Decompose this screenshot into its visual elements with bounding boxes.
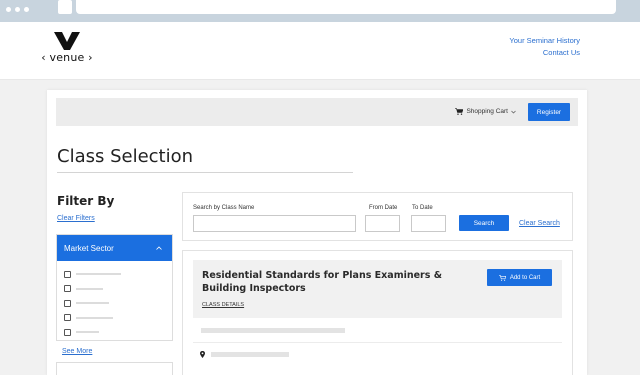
search-panel: Search by Class Name From Date To Date S… (182, 192, 573, 241)
logo-text: ‹ venue › (41, 51, 93, 64)
title-divider (57, 172, 353, 173)
browser-tab[interactable] (58, 0, 72, 14)
shopping-cart-menu[interactable]: Shopping Cart (455, 108, 516, 115)
clear-filters-link[interactable]: Clear Filters (57, 215, 95, 222)
class-result-card: Residential Standards for Plans Examiner… (182, 250, 573, 375)
chevron-down-icon (511, 110, 516, 113)
clear-search-link[interactable]: Clear Search (519, 220, 560, 227)
class-title[interactable]: Residential Standards for Plans Examiner… (202, 269, 472, 295)
market-sector-header[interactable]: Market Sector (57, 235, 172, 261)
option-label-placeholder (76, 273, 121, 276)
checkbox[interactable] (64, 270, 71, 278)
from-date-input[interactable] (365, 215, 400, 232)
site-header: ‹ venue › Your Seminar History Contact U… (0, 22, 640, 80)
register-button[interactable]: Register (528, 103, 570, 121)
option-label-placeholder (76, 316, 113, 319)
chevron-up-icon (156, 246, 162, 250)
market-sector-label: Market Sector (64, 243, 114, 253)
option-label-placeholder (76, 302, 109, 305)
filter-heading: Filter By (57, 194, 115, 208)
venue-logo[interactable]: ‹ venue › (32, 32, 102, 64)
location-pin-icon (200, 351, 205, 358)
seminar-history-link[interactable]: Your Seminar History (509, 35, 580, 47)
checkbox[interactable] (64, 299, 71, 307)
market-sector-option[interactable] (64, 282, 165, 297)
market-sector-option[interactable] (64, 267, 165, 282)
class-result-header: Residential Standards for Plans Examiner… (193, 260, 562, 318)
cart-icon (455, 108, 464, 115)
account-bar: Shopping Cart Register (56, 98, 578, 126)
main-card: Shopping Cart Register Class Selection F… (47, 90, 587, 375)
checkbox[interactable] (64, 285, 71, 293)
class-details-link[interactable]: CLASS DETAILS (202, 302, 244, 308)
market-sector-option[interactable] (64, 325, 165, 340)
market-sector-options (57, 261, 172, 346)
market-sector-filter: Market Sector (56, 234, 173, 341)
option-label-placeholder (76, 331, 99, 334)
divider (193, 342, 562, 343)
search-button[interactable]: Search (459, 215, 509, 231)
shopping-cart-label: Shopping Cart (466, 108, 508, 115)
checkbox[interactable] (64, 314, 71, 322)
add-to-cart-button[interactable]: Add to Cart (487, 269, 552, 286)
page-title: Class Selection (57, 146, 194, 167)
option-label-placeholder (76, 287, 103, 290)
placeholder-text (201, 328, 345, 333)
market-sector-option[interactable] (64, 296, 165, 311)
checkbox[interactable] (64, 328, 71, 336)
class-name-label: Search by Class Name (193, 205, 255, 211)
contact-us-link[interactable]: Contact Us (509, 47, 580, 59)
address-bar[interactable] (76, 0, 616, 14)
venue-logo-icon (54, 32, 80, 50)
see-more-link[interactable]: See More (62, 348, 92, 355)
header-links: Your Seminar History Contact Us (509, 35, 580, 59)
placeholder-location (211, 352, 289, 357)
add-to-cart-label: Add to Cart (509, 274, 541, 281)
cart-icon (498, 274, 506, 281)
to-date-label: To Date (412, 205, 433, 211)
class-name-input[interactable] (193, 215, 356, 232)
window-controls (6, 7, 29, 12)
from-date-label: From Date (369, 205, 398, 211)
next-filter-group (56, 362, 173, 375)
market-sector-option[interactable] (64, 311, 165, 326)
browser-chrome (0, 0, 640, 22)
to-date-input[interactable] (411, 215, 446, 232)
